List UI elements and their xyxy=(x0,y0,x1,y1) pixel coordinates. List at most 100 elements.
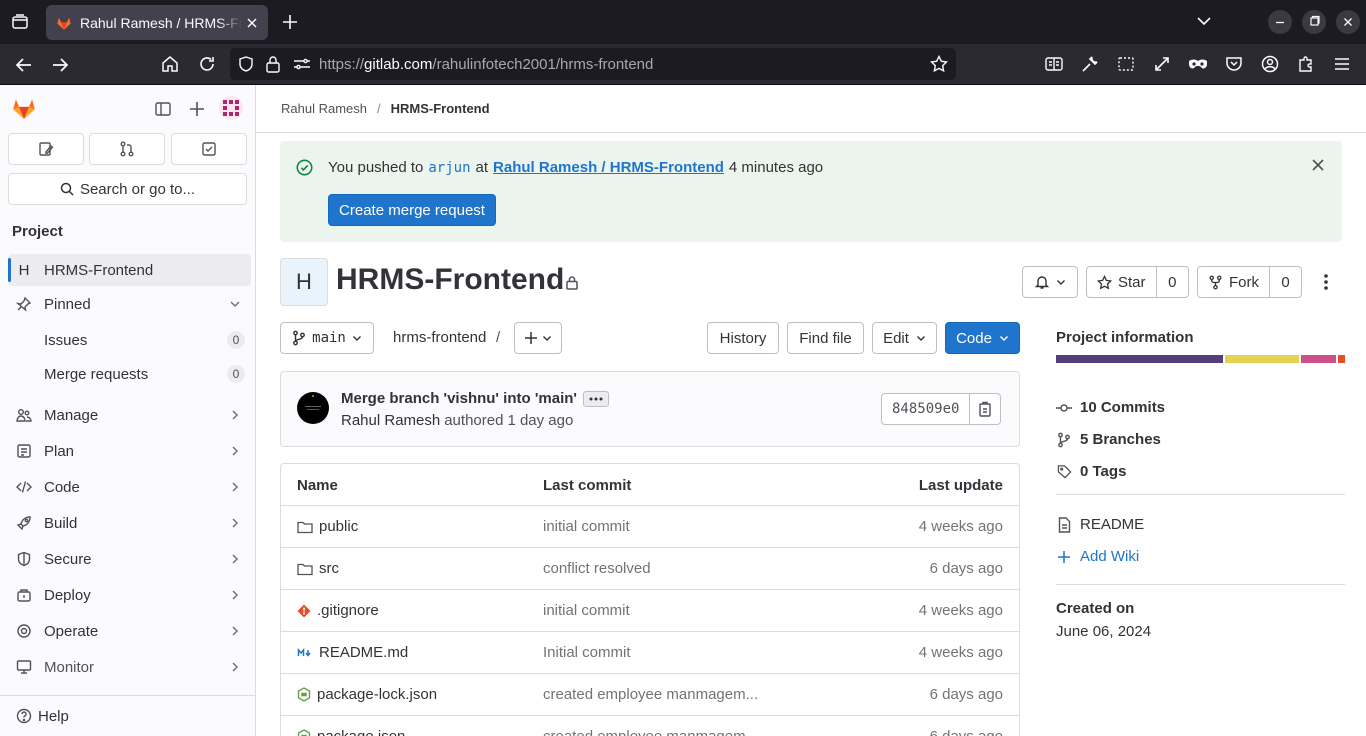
breadcrumb-project[interactable]: HRMS-Frontend xyxy=(391,101,490,116)
table-row[interactable]: src conflict resolved 6 days ago xyxy=(281,547,1019,589)
file-name[interactable]: public xyxy=(319,518,358,535)
new-tab-icon[interactable] xyxy=(282,14,298,30)
sidebar-item-plan[interactable]: Plan xyxy=(8,435,251,467)
commit-author-avatar[interactable] xyxy=(297,392,329,424)
back-arrow-icon[interactable] xyxy=(15,56,33,74)
extensions-puzzle-icon[interactable] xyxy=(1297,55,1315,73)
file-last-commit[interactable]: Initial commit xyxy=(543,644,631,661)
tab-close-icon[interactable] xyxy=(246,17,258,29)
star-button[interactable]: Star xyxy=(1087,267,1157,297)
file-name[interactable]: .gitignore xyxy=(317,602,379,619)
sidebar-item-operate[interactable]: Operate xyxy=(8,615,251,647)
star-count[interactable]: 0 xyxy=(1157,274,1188,291)
sidebar-item-code[interactable]: Code xyxy=(8,471,251,503)
gitlab-logo-icon[interactable] xyxy=(11,95,37,121)
permissions-icon[interactable] xyxy=(293,57,311,71)
tags-link[interactable]: 0 Tags xyxy=(1056,463,1126,480)
commits-link[interactable]: 10 Commits xyxy=(1056,399,1165,416)
tracking-shield-icon[interactable] xyxy=(237,55,255,73)
file-last-commit[interactable]: initial commit xyxy=(543,602,630,619)
browser-tab-active[interactable]: Rahul Ramesh / HRMS-Frontend xyxy=(46,5,268,40)
history-button[interactable]: History xyxy=(707,322,779,354)
commit-author-name[interactable]: Rahul Ramesh xyxy=(341,412,440,429)
merge-requests-shortcut-button[interactable] xyxy=(89,133,165,165)
sidebar-item-pinned[interactable]: Pinned xyxy=(8,288,251,320)
sidebar-item-merge-requests[interactable]: Merge requests 0 xyxy=(8,358,251,390)
create-merge-request-button[interactable]: Create merge request xyxy=(328,194,496,226)
file-last-commit[interactable]: created employee manmagem... xyxy=(543,686,758,703)
create-new-plus-icon[interactable] xyxy=(189,101,205,117)
url-text[interactable]: https://gitlab.com/rahulinfotech2001/hrm… xyxy=(319,56,653,73)
code-dropdown-button[interactable]: Code xyxy=(945,322,1020,354)
url-bar[interactable]: https://gitlab.com/rahulinfotech2001/hrm… xyxy=(230,48,956,80)
language-bar-segment[interactable] xyxy=(1337,355,1345,363)
sidebar-item-deploy[interactable]: Deploy xyxy=(8,579,251,611)
find-file-button[interactable]: Find file xyxy=(787,322,864,354)
add-to-tree-button[interactable] xyxy=(514,322,562,354)
language-bar[interactable] xyxy=(1056,355,1345,363)
repo-path-root[interactable]: hrms-frontend xyxy=(393,329,486,346)
user-avatar[interactable] xyxy=(219,96,243,120)
tab-list-icon[interactable] xyxy=(11,13,29,31)
fork-count[interactable]: 0 xyxy=(1270,274,1301,291)
breadcrumb-owner[interactable]: Rahul Ramesh xyxy=(281,101,367,116)
language-bar-segment[interactable] xyxy=(1301,355,1336,363)
add-wiki-link[interactable]: Add Wiki xyxy=(1056,548,1139,565)
table-row[interactable]: package.json created employee manmagem..… xyxy=(281,715,1019,736)
file-name[interactable]: src xyxy=(319,560,339,577)
bookmark-star-icon[interactable] xyxy=(930,55,948,73)
window-minimize-icon[interactable] xyxy=(1268,10,1292,34)
sidebar-item-project[interactable]: H HRMS-Frontend xyxy=(8,254,251,286)
private-mask-icon[interactable] xyxy=(1188,57,1208,71)
commit-sha[interactable]: 848509e0 xyxy=(882,394,971,424)
more-actions-vertical-ellipsis-icon[interactable] xyxy=(1318,272,1334,292)
file-last-commit[interactable]: conflict resolved xyxy=(543,560,651,577)
help-button[interactable]: Help xyxy=(0,695,255,736)
file-name[interactable]: README.md xyxy=(319,644,408,661)
sidebar-item-build[interactable]: Build xyxy=(8,507,251,539)
todos-shortcut-button[interactable] xyxy=(171,133,247,165)
branches-link[interactable]: 5 Branches xyxy=(1056,431,1161,448)
alert-close-icon[interactable] xyxy=(1311,158,1325,172)
alert-branch-link[interactable]: arjun xyxy=(428,160,470,176)
branch-selector[interactable]: main xyxy=(280,322,374,354)
table-row[interactable]: package-lock.json created employee manma… xyxy=(281,673,1019,715)
table-row[interactable]: public initial commit 4 weeks ago xyxy=(281,505,1019,547)
commit-message[interactable]: Merge branch 'vishnu' into 'main' xyxy=(341,390,577,407)
file-name[interactable]: package.json xyxy=(317,728,405,736)
fullscreen-icon[interactable] xyxy=(1153,55,1171,73)
fork-button[interactable]: Fork xyxy=(1198,267,1270,297)
sidebar-item-secure[interactable]: Secure xyxy=(8,543,251,575)
toggle-sidebar-icon[interactable] xyxy=(155,101,171,117)
edit-dropdown-button[interactable]: Edit xyxy=(872,322,937,354)
file-last-commit[interactable]: created employee manmagem... xyxy=(543,728,758,736)
hamburger-menu-icon[interactable] xyxy=(1333,56,1351,72)
sidebar-item-issues[interactable]: Issues 0 xyxy=(8,324,251,356)
copy-sha-icon[interactable] xyxy=(970,401,1000,417)
table-row[interactable]: .gitignore initial commit 4 weeks ago xyxy=(281,589,1019,631)
reload-icon[interactable] xyxy=(198,55,216,73)
wrench-icon[interactable] xyxy=(1081,55,1099,73)
screenshot-icon[interactable] xyxy=(1117,55,1135,73)
search-or-go-to-button[interactable]: Search or go to... xyxy=(8,173,247,205)
table-row[interactable]: README.md Initial commit 4 weeks ago xyxy=(281,631,1019,673)
lock-icon[interactable] xyxy=(265,55,281,73)
pocket-icon[interactable] xyxy=(1225,55,1243,73)
window-close-icon[interactable] xyxy=(1336,10,1360,34)
reader-view-icon[interactable] xyxy=(1045,56,1063,72)
expand-commit-ellipsis-icon[interactable] xyxy=(582,390,609,407)
account-icon[interactable] xyxy=(1261,55,1279,73)
alert-project-link[interactable]: Rahul Ramesh / HRMS-Frontend xyxy=(493,159,724,176)
home-icon[interactable] xyxy=(161,55,179,73)
readme-link[interactable]: README xyxy=(1056,516,1144,533)
file-name[interactable]: package-lock.json xyxy=(317,686,437,703)
issues-shortcut-button[interactable] xyxy=(8,133,84,165)
sidebar-item-manage[interactable]: Manage xyxy=(8,399,251,431)
sidebar-item-monitor[interactable]: Monitor xyxy=(8,651,251,683)
language-bar-segment[interactable] xyxy=(1056,355,1223,363)
tab-overflow-chevron-icon[interactable] xyxy=(1197,16,1211,26)
notification-bell-button[interactable] xyxy=(1022,266,1078,298)
forward-arrow-icon[interactable] xyxy=(51,56,69,74)
language-bar-segment[interactable] xyxy=(1224,355,1300,363)
file-last-commit[interactable]: initial commit xyxy=(543,518,630,535)
